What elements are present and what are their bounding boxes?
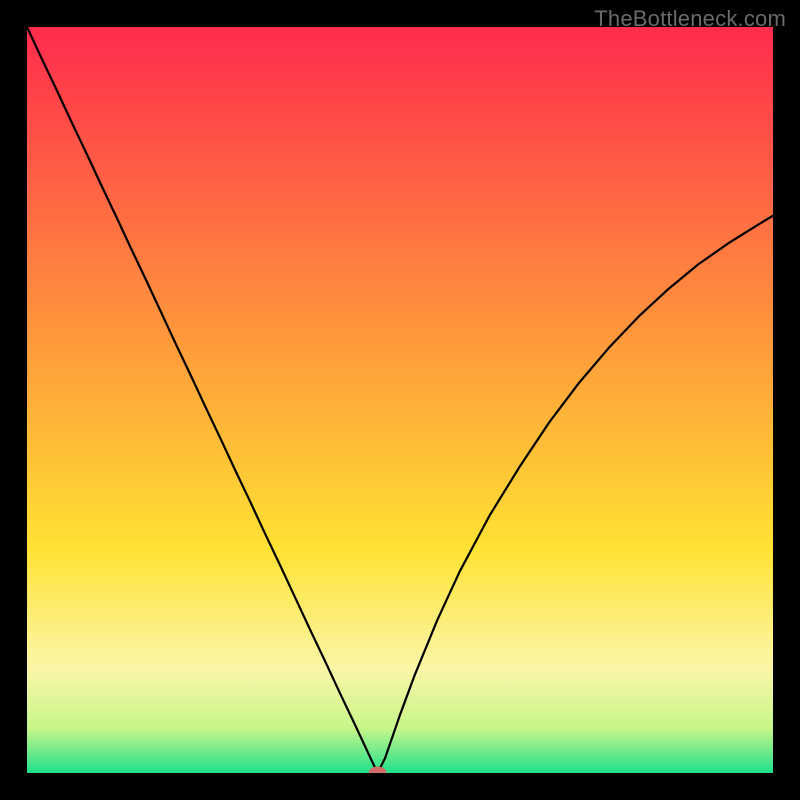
chart-container: TheBottleneck.com	[0, 0, 800, 800]
gradient-background	[27, 27, 773, 773]
plot-area	[27, 27, 773, 773]
bottleneck-chart-svg	[27, 27, 773, 773]
watermark-text: TheBottleneck.com	[594, 6, 786, 32]
